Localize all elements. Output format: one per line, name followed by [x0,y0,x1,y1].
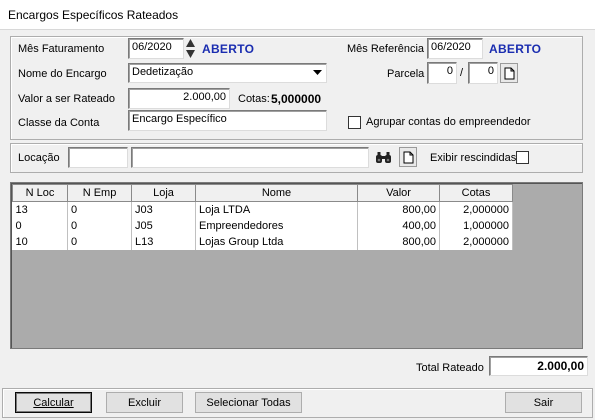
mes-faturamento-label: Mês Faturamento [18,43,105,55]
table-header-row: N Loc N Emp Loja Nome Valor Cotas [12,184,513,202]
valor-rateado-label: Valor a ser Rateado [18,93,116,105]
binoculars-icon [375,151,391,163]
sair-button[interactable]: Sair [505,392,582,413]
cell-cotas: 2,000000 [439,233,513,250]
cell-nome: Loja LTDA [195,201,358,218]
cell-valor: 800,00 [357,201,440,218]
excluir-label: Excluir [127,397,161,409]
cell-cotas: 1,000000 [439,217,513,234]
sair-label: Sair [533,397,554,409]
cell-n-emp: 0 [67,233,132,250]
mes-faturamento-field[interactable]: 06/2020 [128,38,184,59]
cell-loja: J03 [131,201,196,218]
calcular-button[interactable]: Calcular [15,392,92,413]
excluir-button[interactable]: Excluir [106,392,183,413]
exibir-rescindidas-checkbox[interactable] [516,151,529,164]
locacao-label: Locação [18,152,60,164]
cotas-label: Cotas: [238,93,270,105]
encargos-table: N Loc N Emp Loja Nome Valor Cotas 13 0 J… [12,184,513,250]
locacao-name-input[interactable] [131,147,369,168]
parcela-field-1[interactable]: 0 [427,62,457,84]
table-row[interactable]: 0 0 J05 Empreendedores 400,00 1,000000 [12,217,513,234]
nome-encargo-select[interactable]: Dedetização [128,63,327,83]
cell-nome: Lojas Group Ltda [195,233,358,250]
spin-down-icon[interactable] [186,50,195,58]
parcela-label: Parcela [387,68,425,80]
locacao-code-input[interactable] [68,147,128,168]
mes-faturamento-status: ABERTO [202,42,255,56]
new-document-icon [504,67,514,79]
locacao-new-button[interactable] [399,147,417,167]
total-rateado-field: 2.000,00 [489,356,588,376]
column-header[interactable]: Valor [357,184,440,202]
locacao-search-button[interactable] [373,148,393,166]
cell-n-loc: 10 [12,233,68,250]
agrupar-label: Agrupar contas do empreendedor [366,116,531,128]
table-row[interactable]: 10 0 L13 Lojas Group Ltda 800,00 2,00000… [12,233,513,250]
column-header[interactable]: Cotas [439,184,513,202]
title-bar: Encargos Específicos Rateados [0,0,595,30]
cell-loja: J05 [131,217,196,234]
mes-referencia-status: ABERTO [489,42,542,56]
cell-n-loc: 13 [12,201,68,218]
column-header[interactable]: Loja [131,184,196,202]
table-row[interactable]: 13 0 J03 Loja LTDA 800,00 2,000000 [12,201,513,218]
selecionar-todas-button[interactable]: Selecionar Todas [195,392,302,413]
window-title: Encargos Específicos Rateados [8,8,179,22]
cell-nome: Empreendedores [195,217,358,234]
chevron-down-icon[interactable] [309,65,325,81]
exibir-rescindidas-label: Exibir rescindidas [430,152,517,164]
cell-n-emp: 0 [67,201,132,218]
cell-loja: L13 [131,233,196,250]
cell-n-loc: 0 [12,217,68,234]
parcela-new-button[interactable] [500,63,518,83]
new-document-icon [403,151,413,163]
mes-faturamento-spinner[interactable] [185,38,196,59]
cell-valor: 800,00 [357,233,440,250]
cell-valor: 400,00 [357,217,440,234]
selecionar-todas-label: Selecionar Todas [206,397,291,409]
classe-conta-field[interactable]: Encargo Específico [128,110,327,131]
cell-n-emp: 0 [67,217,132,234]
classe-conta-label: Classe da Conta [18,117,100,129]
encargos-grid[interactable]: N Loc N Emp Loja Nome Valor Cotas 13 0 J… [10,182,583,349]
parcela-field-2[interactable]: 0 [468,62,498,84]
calcular-label: Calcular [33,397,74,409]
cotas-value: 5,000000 [271,92,322,106]
mes-referencia-label: Mês Referência [347,43,425,55]
column-header[interactable]: N Loc [12,184,68,202]
nome-encargo-label: Nome do Encargo [18,68,107,80]
parcela-separator: / [460,67,464,79]
agrupar-checkbox[interactable] [348,116,361,129]
column-header[interactable]: Nome [195,184,358,202]
cell-cotas: 2,000000 [439,201,513,218]
total-rateado-label: Total Rateado [416,362,484,374]
column-header[interactable]: N Emp [67,184,132,202]
valor-rateado-field[interactable]: 2.000,00 [128,88,230,109]
mes-referencia-field[interactable]: 06/2020 [427,38,483,59]
nome-encargo-value: Dedetização [132,66,194,78]
spin-up-icon[interactable] [186,39,195,47]
